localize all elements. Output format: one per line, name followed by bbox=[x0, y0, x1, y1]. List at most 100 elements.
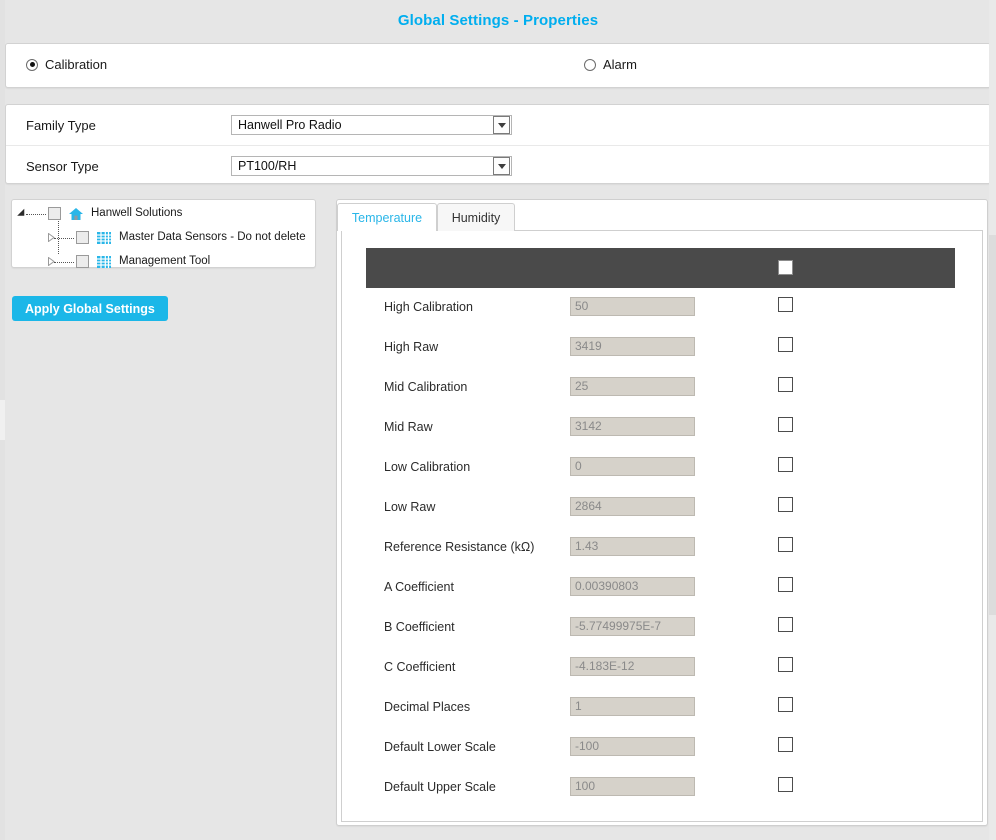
tree-checkbox[interactable] bbox=[76, 255, 89, 268]
select-all-checkbox[interactable] bbox=[778, 260, 793, 275]
tree-expand-toggle[interactable] bbox=[48, 255, 76, 269]
settings-row-label: C Coefficient bbox=[384, 660, 455, 674]
radio-option-calibration[interactable]: Calibration bbox=[26, 57, 107, 72]
settings-row-input[interactable]: -100 bbox=[570, 737, 695, 756]
radio-label-calibration: Calibration bbox=[45, 57, 107, 72]
chevron-down-icon[interactable] bbox=[493, 116, 510, 134]
scrollbar-thumb[interactable] bbox=[989, 235, 996, 615]
settings-row: Mid Raw 3142 bbox=[366, 408, 955, 448]
settings-row-label: Decimal Places bbox=[384, 700, 470, 714]
home-icon bbox=[68, 206, 84, 222]
right-scrollbar[interactable] bbox=[989, 0, 996, 840]
settings-row-label: Low Raw bbox=[384, 500, 435, 514]
settings-row-checkbox[interactable] bbox=[778, 457, 793, 472]
tree-checkbox[interactable] bbox=[76, 231, 89, 244]
grid-header-bar bbox=[366, 248, 955, 288]
tree-collapse-toggle[interactable] bbox=[20, 207, 48, 221]
tree-node-management-tool[interactable]: Management Tool bbox=[48, 250, 210, 273]
page-title: Global Settings - Properties bbox=[398, 12, 598, 29]
left-scrollbar[interactable] bbox=[0, 0, 5, 840]
settings-row-input[interactable]: 100 bbox=[570, 777, 695, 796]
family-type-select[interactable]: Hanwell Pro Radio bbox=[231, 115, 512, 135]
chevron-right-icon[interactable] bbox=[48, 233, 55, 242]
settings-row: Default Upper Scale100 bbox=[366, 768, 955, 808]
site-tree-panel: Hanwell Solutions bbox=[11, 199, 316, 268]
settings-row: Mid Calibration 25 bbox=[366, 368, 955, 408]
tree-expand-toggle[interactable] bbox=[48, 231, 76, 245]
sensor-type-select[interactable]: PT100/RH bbox=[231, 156, 512, 176]
settings-row: Reference Resistance (kΩ) 1.43 bbox=[366, 528, 955, 568]
family-type-label: Family Type bbox=[26, 118, 96, 133]
settings-row-checkbox[interactable] bbox=[778, 697, 793, 712]
settings-row-input[interactable]: 0.00390803 bbox=[570, 577, 695, 596]
settings-row: C Coefficient -4.183E-12 bbox=[366, 648, 955, 688]
tree-node-master-data-sensors[interactable]: Master Data Sensors - Do not delete bbox=[48, 226, 306, 249]
grid-icon bbox=[96, 254, 112, 270]
settings-row-checkbox[interactable] bbox=[778, 657, 793, 672]
tree-node-label: Master Data Sensors - Do not delete bbox=[119, 231, 306, 244]
settings-row-input[interactable]: 1.43 bbox=[570, 537, 695, 556]
settings-row-input[interactable]: 2864 bbox=[570, 497, 695, 516]
settings-row-label: High Calibration bbox=[384, 300, 473, 314]
tab-humidity[interactable]: Humidity bbox=[437, 203, 515, 231]
settings-row-label: Mid Raw bbox=[384, 420, 433, 434]
settings-row: High Raw 3419 bbox=[366, 328, 955, 368]
settings-row-input[interactable]: 1 bbox=[570, 697, 695, 716]
settings-row-label: Reference Resistance (kΩ) bbox=[384, 540, 534, 554]
settings-row: Decimal Places 1 bbox=[366, 688, 955, 728]
radio-label-alarm: Alarm bbox=[603, 57, 637, 72]
tab-temperature[interactable]: Temperature bbox=[337, 203, 437, 231]
settings-row-input[interactable]: -5.77499975E-7 bbox=[570, 617, 695, 636]
settings-row-input[interactable]: 3419 bbox=[570, 337, 695, 356]
tree-node-label: Management Tool bbox=[119, 255, 210, 268]
apply-global-settings-button[interactable]: Apply Global Settings bbox=[12, 296, 168, 321]
tree-node-label: Hanwell Solutions bbox=[91, 207, 182, 220]
family-type-row: Family Type Hanwell Pro Radio bbox=[6, 105, 992, 145]
settings-row-input[interactable]: 0 bbox=[570, 457, 695, 476]
grid-icon bbox=[96, 230, 112, 246]
settings-row-label: Default Lower Scale bbox=[384, 740, 496, 754]
settings-row-input[interactable]: 50 bbox=[570, 297, 695, 316]
settings-row: High Calibration 50 bbox=[366, 288, 955, 328]
mode-selector-panel: Calibration Alarm bbox=[5, 43, 991, 88]
settings-row: A Coefficient 0.00390803 bbox=[366, 568, 955, 608]
settings-row-checkbox[interactable] bbox=[778, 577, 793, 592]
sensor-type-label: Sensor Type bbox=[26, 159, 99, 174]
settings-row-input[interactable]: 25 bbox=[570, 377, 695, 396]
app-window: Global Settings - Properties Calibration… bbox=[0, 0, 996, 840]
settings-row: Low Calibration 0 bbox=[366, 448, 955, 488]
chevron-down-icon[interactable] bbox=[493, 157, 510, 175]
page-title-bar: Global Settings - Properties bbox=[0, 0, 996, 40]
settings-row-label: High Raw bbox=[384, 340, 438, 354]
settings-row-checkbox[interactable] bbox=[778, 377, 793, 392]
radio-option-alarm[interactable]: Alarm bbox=[584, 57, 637, 72]
settings-row-checkbox[interactable] bbox=[778, 537, 793, 552]
settings-row-checkbox[interactable] bbox=[778, 737, 793, 752]
settings-row-checkbox[interactable] bbox=[778, 777, 793, 792]
settings-row-checkbox[interactable] bbox=[778, 617, 793, 632]
settings-row: B Coefficient -5.77499975E-7 bbox=[366, 608, 955, 648]
settings-row-checkbox[interactable] bbox=[778, 417, 793, 432]
sensor-type-row: Sensor Type PT100/RH bbox=[6, 145, 992, 186]
radio-dot-calibration[interactable] bbox=[26, 59, 38, 71]
settings-row: Low Raw 2864 bbox=[366, 488, 955, 528]
settings-row: Default Lower Scale -100 bbox=[366, 728, 955, 768]
settings-row-checkbox[interactable] bbox=[778, 497, 793, 512]
type-selectors-panel: Family Type Hanwell Pro Radio Sensor Typ… bbox=[5, 104, 991, 184]
tree-checkbox[interactable] bbox=[48, 207, 61, 220]
settings-row-label: Low Calibration bbox=[384, 460, 470, 474]
chevron-right-icon[interactable] bbox=[48, 257, 55, 266]
settings-row-checkbox[interactable] bbox=[778, 337, 793, 352]
settings-row-label: A Coefficient bbox=[384, 580, 454, 594]
settings-row-input[interactable]: -4.183E-12 bbox=[570, 657, 695, 676]
sensor-type-value: PT100/RH bbox=[232, 159, 493, 173]
settings-row-label: B Coefficient bbox=[384, 620, 455, 634]
settings-row-label: Mid Calibration bbox=[384, 380, 467, 394]
family-type-value: Hanwell Pro Radio bbox=[232, 118, 493, 132]
radio-dot-alarm[interactable] bbox=[584, 59, 596, 71]
tree-node-hanwell-solutions[interactable]: Hanwell Solutions bbox=[20, 202, 182, 225]
settings-row-checkbox[interactable] bbox=[778, 297, 793, 312]
tab-label: Temperature bbox=[352, 211, 422, 225]
settings-row-input[interactable]: 3142 bbox=[570, 417, 695, 436]
tab-label: Humidity bbox=[452, 211, 501, 225]
